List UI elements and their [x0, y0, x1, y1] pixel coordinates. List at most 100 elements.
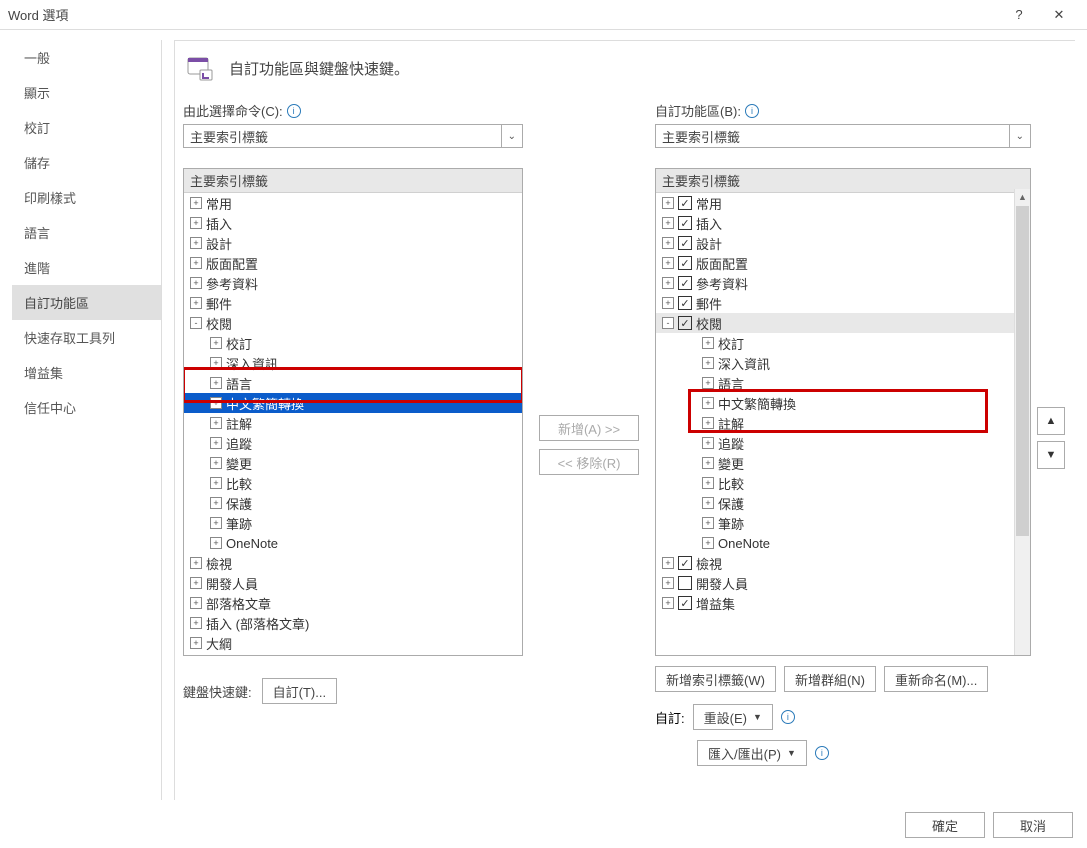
- expand-icon[interactable]: +: [190, 557, 202, 569]
- info-icon[interactable]: i: [745, 104, 759, 118]
- sidebar-item[interactable]: 校訂: [12, 110, 161, 145]
- tree-item[interactable]: +常用: [184, 193, 522, 213]
- expand-icon[interactable]: +: [210, 377, 222, 389]
- expand-icon[interactable]: +: [662, 217, 674, 229]
- tree-item[interactable]: +變更: [656, 453, 1030, 473]
- sidebar-item[interactable]: 一般: [12, 40, 161, 75]
- checkbox[interactable]: [678, 576, 692, 590]
- tree-item[interactable]: +筆跡: [656, 513, 1030, 533]
- expand-icon[interactable]: +: [662, 277, 674, 289]
- expand-icon[interactable]: +: [210, 437, 222, 449]
- expand-icon[interactable]: +: [702, 537, 714, 549]
- tree-item[interactable]: +變更: [184, 453, 522, 473]
- checkbox[interactable]: ✓: [678, 316, 692, 330]
- ok-button[interactable]: 確定: [905, 812, 985, 838]
- expand-icon[interactable]: +: [702, 497, 714, 509]
- help-button[interactable]: ?: [999, 0, 1039, 30]
- tree-item[interactable]: +部落格文章: [184, 593, 522, 613]
- expand-icon[interactable]: +: [210, 517, 222, 529]
- customize-ribbon-combo[interactable]: 主要索引標籤 ⌄: [655, 124, 1031, 148]
- sidebar-item[interactable]: 進階: [12, 250, 161, 285]
- tree-item[interactable]: +背景移除: [184, 653, 522, 656]
- sidebar-item[interactable]: 儲存: [12, 145, 161, 180]
- scroll-up-icon[interactable]: ▲: [1015, 189, 1030, 205]
- expand-icon[interactable]: +: [210, 357, 222, 369]
- tree-item[interactable]: +比較: [656, 473, 1030, 493]
- expand-icon[interactable]: +: [702, 417, 714, 429]
- tree-item[interactable]: +✓參考資料: [656, 273, 1030, 293]
- tree-item[interactable]: +中文繁簡轉換: [184, 393, 522, 413]
- tree-item[interactable]: +筆跡: [184, 513, 522, 533]
- tree-item[interactable]: +開發人員: [656, 573, 1030, 593]
- expand-icon[interactable]: +: [662, 557, 674, 569]
- sidebar-item[interactable]: 顯示: [12, 75, 161, 110]
- expand-icon[interactable]: +: [210, 457, 222, 469]
- tree-item[interactable]: +✓檢視: [656, 553, 1030, 573]
- expand-icon[interactable]: +: [702, 457, 714, 469]
- info-icon[interactable]: i: [287, 104, 301, 118]
- expand-icon[interactable]: -: [190, 317, 202, 329]
- tree-item[interactable]: +檢視: [184, 553, 522, 573]
- expand-icon[interactable]: +: [190, 257, 202, 269]
- expand-icon[interactable]: +: [190, 577, 202, 589]
- tree-item[interactable]: +大綱: [184, 633, 522, 653]
- choose-commands-combo[interactable]: 主要索引標籤 ⌄: [183, 124, 523, 148]
- tree-item[interactable]: -✓校閱: [656, 313, 1030, 333]
- tree-item[interactable]: +保護: [184, 493, 522, 513]
- tree-item[interactable]: +追蹤: [184, 433, 522, 453]
- tree-item[interactable]: +版面配置: [184, 253, 522, 273]
- checkbox[interactable]: ✓: [678, 296, 692, 310]
- tree-item[interactable]: +OneNote: [656, 533, 1030, 553]
- info-icon[interactable]: i: [815, 746, 829, 760]
- expand-icon[interactable]: +: [662, 597, 674, 609]
- tree-item[interactable]: +校訂: [656, 333, 1030, 353]
- reset-button[interactable]: 重設(E)▼: [693, 704, 773, 730]
- tree-item[interactable]: +✓增益集: [656, 593, 1030, 613]
- sidebar-item[interactable]: 自訂功能區: [12, 285, 161, 320]
- tree-item[interactable]: +插入 (部落格文章): [184, 613, 522, 633]
- tree-item[interactable]: +設計: [184, 233, 522, 253]
- expand-icon[interactable]: +: [662, 197, 674, 209]
- remove-button[interactable]: << 移除(R): [539, 449, 639, 475]
- import-export-button[interactable]: 匯入/匯出(P)▼: [697, 740, 807, 766]
- expand-icon[interactable]: +: [662, 577, 674, 589]
- tree-item[interactable]: +OneNote: [184, 533, 522, 553]
- sidebar-item[interactable]: 增益集: [12, 355, 161, 390]
- sidebar-item[interactable]: 信任中心: [12, 390, 161, 425]
- expand-icon[interactable]: +: [190, 217, 202, 229]
- checkbox[interactable]: ✓: [678, 256, 692, 270]
- expand-icon[interactable]: +: [190, 277, 202, 289]
- expand-icon[interactable]: +: [702, 437, 714, 449]
- checkbox[interactable]: ✓: [678, 236, 692, 250]
- scrollbar[interactable]: ▲: [1014, 189, 1030, 655]
- expand-icon[interactable]: +: [210, 477, 222, 489]
- checkbox[interactable]: ✓: [678, 196, 692, 210]
- expand-icon[interactable]: +: [702, 477, 714, 489]
- expand-icon[interactable]: +: [702, 397, 714, 409]
- cancel-button[interactable]: 取消: [993, 812, 1073, 838]
- sidebar-item[interactable]: 印刷樣式: [12, 180, 161, 215]
- new-tab-button[interactable]: 新增索引標籤(W): [655, 666, 776, 692]
- checkbox[interactable]: ✓: [678, 216, 692, 230]
- expand-icon[interactable]: +: [662, 297, 674, 309]
- move-down-button[interactable]: ▼: [1037, 441, 1065, 469]
- expand-icon[interactable]: +: [662, 237, 674, 249]
- expand-icon[interactable]: +: [210, 497, 222, 509]
- tree-item[interactable]: +比較: [184, 473, 522, 493]
- new-group-button[interactable]: 新增群組(N): [784, 666, 876, 692]
- scroll-thumb[interactable]: [1016, 206, 1029, 536]
- checkbox[interactable]: ✓: [678, 596, 692, 610]
- tree-item[interactable]: +語言: [184, 373, 522, 393]
- tree-item[interactable]: +參考資料: [184, 273, 522, 293]
- expand-icon[interactable]: +: [190, 297, 202, 309]
- tree-item[interactable]: +✓版面配置: [656, 253, 1030, 273]
- add-button[interactable]: 新增(A) >>: [539, 415, 639, 441]
- tree-item[interactable]: +追蹤: [656, 433, 1030, 453]
- expand-icon[interactable]: +: [702, 377, 714, 389]
- expand-icon[interactable]: +: [190, 597, 202, 609]
- expand-icon[interactable]: +: [190, 637, 202, 649]
- expand-icon[interactable]: +: [662, 257, 674, 269]
- rename-button[interactable]: 重新命名(M)...: [884, 666, 988, 692]
- tree-item[interactable]: +✓插入: [656, 213, 1030, 233]
- expand-icon[interactable]: +: [702, 517, 714, 529]
